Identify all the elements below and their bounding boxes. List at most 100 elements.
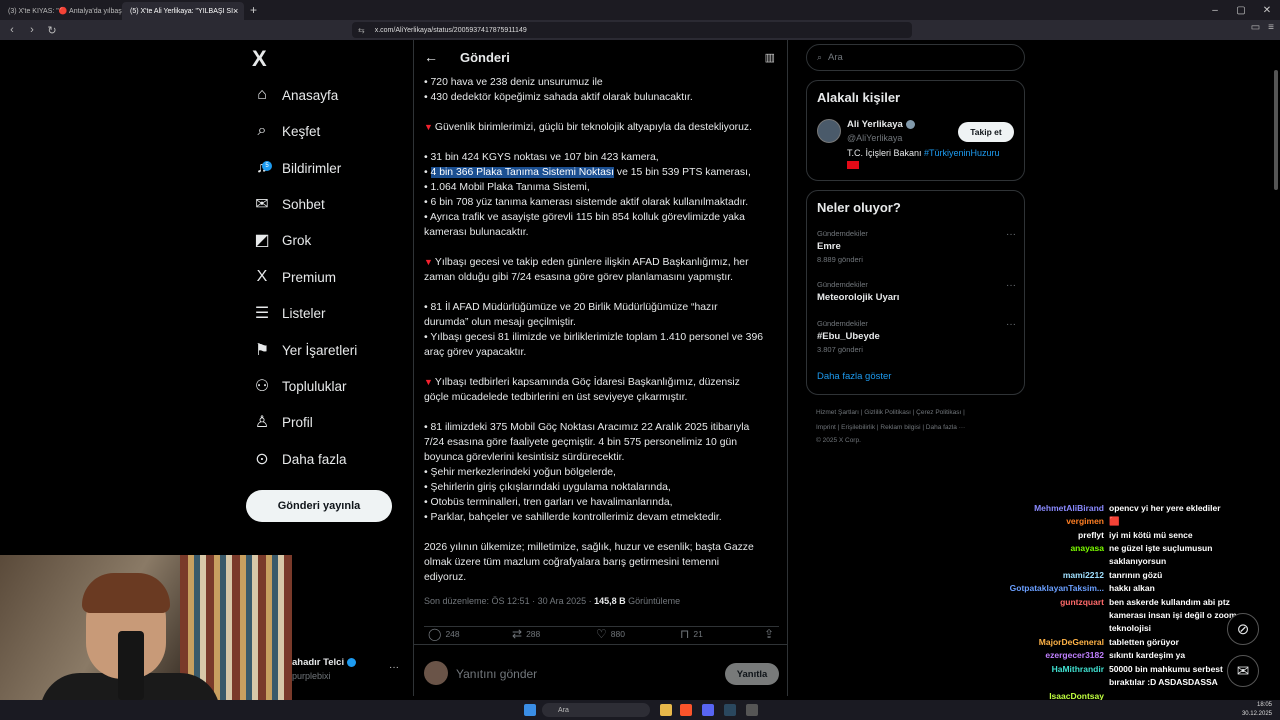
post-line-text: • 430 dedektör köpeğimiz sahada aktif ol…	[424, 92, 693, 103]
sidebar-item-messages[interactable]: ✉ Sohbet	[252, 190, 325, 218]
chat-message: anayasa ne güzel işte suçlumusun	[1000, 543, 1260, 555]
toolbar-right: ▭ ≡	[1251, 22, 1274, 33]
post-line: araç görev yapacaktır.	[424, 346, 526, 359]
chat-username: anayasa	[1070, 543, 1104, 553]
grok-icon: ◩	[254, 232, 270, 249]
forward-icon[interactable]: ›	[24, 24, 40, 36]
back-arrow-icon[interactable]: ←	[424, 49, 438, 65]
chat-text: saklanıyorsun	[1109, 556, 1167, 566]
follow-button[interactable]: Takip et	[958, 122, 1014, 142]
brave-icon[interactable]	[680, 704, 692, 716]
grok-icon[interactable]: ⊘	[1227, 613, 1259, 645]
share-button[interactable]: ⇪	[764, 627, 778, 641]
reload-icon[interactable]: ↻	[44, 24, 60, 37]
chat-username: vergimen	[1066, 516, 1104, 526]
chat-username: MajorDeGeneral	[1038, 637, 1104, 647]
sidebar-item-bookmarks[interactable]: ⚑ Yer İşaretleri	[252, 336, 357, 364]
browser-tab-active[interactable]: (5) X'te Ali Yerlikaya: "YILBAŞI SI ×	[122, 2, 244, 20]
trend-category: Gündemdekiler	[817, 280, 868, 289]
reader-view-icon[interactable]: ▥	[765, 51, 775, 64]
close-tab-icon[interactable]: ×	[233, 6, 238, 16]
bookmark-button[interactable]: ⊓ 21	[680, 627, 703, 641]
sidebar-item-communities[interactable]: ⚇ Topluluklar	[252, 372, 347, 400]
chat-text: ben askerde kullandım abi ptz	[1109, 597, 1230, 607]
scrollbar-thumb[interactable]	[1274, 70, 1278, 190]
post-line: • 720 hava ve 238 deniz unsurumuz ile	[424, 76, 603, 89]
post-line-text: • 81 İl AFAD Müdürlüğümüze ve 20 Birlik …	[424, 302, 718, 313]
discord-icon[interactable]	[702, 704, 714, 716]
system-clock[interactable]: 18:05 30.12.2025	[1242, 701, 1272, 719]
footer-links[interactable]: Imprint | Erişilebilirlik | Reklam bilgi…	[816, 424, 965, 431]
search-icon: ⌕	[257, 122, 267, 139]
messages-icon[interactable]: ✉	[1227, 655, 1259, 687]
post-line: ediyoruz.	[424, 571, 466, 584]
post-line-text: • Ayrıca trafik ve asayişte görevli 115 …	[424, 212, 745, 223]
verified-badge-icon	[905, 119, 915, 129]
browser-tab[interactable]: (3) X'te KIYAS: "🔴 Antalya'da yılbaşı	[0, 2, 122, 20]
person-name[interactable]: Ali Yerlikaya	[847, 119, 915, 130]
post-line: • 6 bin 708 yüz tanıma kamerası sistemde…	[424, 196, 748, 209]
post-line: göçle mücadelede tedbirlerini en üst sev…	[424, 391, 687, 404]
trend-item[interactable]: Gündemdekiler Emre 8.889 gönderi ···	[817, 229, 1016, 264]
lock-icon: ⇆	[358, 25, 365, 35]
menu-icon[interactable]: ≡	[1268, 22, 1274, 33]
hashtag-link[interactable]: #TürkiyeninHuzuru	[924, 148, 1000, 158]
minimize-icon[interactable]: –	[1202, 5, 1228, 16]
avatar[interactable]	[817, 119, 841, 143]
reply-button[interactable]: ◯ 248	[428, 627, 460, 641]
more-options-icon[interactable]: ···	[1006, 229, 1016, 240]
chat-username: guntzquart	[1060, 597, 1104, 607]
show-more-link[interactable]: Daha fazla göster	[817, 371, 891, 382]
edited-timestamp[interactable]: Son düzenleme: ÖS 12:51 · 30 Ara 2025 ·	[424, 596, 594, 606]
sidebar-item-home[interactable]: ⌂ Anasayfa	[252, 81, 338, 109]
obs-icon[interactable]	[746, 704, 758, 716]
chat-username: mami2212	[1062, 570, 1104, 580]
like-button[interactable]: ♡ 880	[596, 627, 625, 641]
reply-input[interactable]: Yanıtını gönder	[456, 667, 537, 681]
extensions-icon[interactable]: ▭	[1251, 22, 1260, 33]
account-menu-icon[interactable]: ···	[389, 662, 399, 673]
chat-text: ne güzel işte suçlumusun	[1109, 543, 1213, 553]
file-explorer-icon[interactable]	[660, 704, 672, 716]
post-line-text: kamerası bulunacaktır.	[424, 227, 529, 238]
steam-icon[interactable]	[724, 704, 736, 716]
reply-submit-button[interactable]: Yanıtla	[725, 663, 779, 685]
trend-item[interactable]: Gündemdekiler Meteorolojik Uyarı ···	[817, 280, 1016, 303]
footer-links[interactable]: Hizmet Şartları | Gizlilik Politikası | …	[816, 409, 965, 416]
close-window-icon[interactable]: ✕	[1254, 5, 1280, 16]
sidebar-item-notifications[interactable]: ♫5 Bildirimler	[252, 154, 341, 182]
more-options-icon[interactable]: ···	[1006, 319, 1016, 330]
post-line-text: • 1.064 Mobil Plaka Tanıma Sistemi,	[424, 182, 590, 193]
repost-button[interactable]: ⇄ 288	[512, 627, 540, 641]
maximize-icon[interactable]: ▢	[1228, 5, 1254, 16]
sidebar-item-label: Keşfet	[282, 123, 321, 139]
post-button[interactable]: Gönderi yayınla	[246, 490, 392, 522]
trend-item[interactable]: Gündemdekiler #Ebu_Ubeyde 3.807 gönderi …	[817, 319, 1016, 354]
more-options-icon[interactable]: ···	[1006, 280, 1016, 291]
post-line: • 430 dedektör köpeğimiz sahada aktif ol…	[424, 91, 693, 104]
start-icon[interactable]	[524, 704, 536, 716]
new-tab-icon[interactable]: +	[250, 3, 257, 17]
sidebar-item-profile[interactable]: ♙ Profil	[252, 408, 313, 436]
post-line-text: Güvenlik birimlerimizi, güçlü bir teknol…	[434, 122, 752, 133]
sidebar-item-label: Profil	[282, 414, 313, 430]
sidebar-item-grok[interactable]: ◩ Grok	[252, 226, 311, 254]
scrollbar[interactable]	[1273, 40, 1280, 700]
bookmark-icon: ⊓	[680, 627, 690, 641]
x-logo[interactable]: X	[252, 46, 267, 72]
back-icon[interactable]: ‹	[4, 24, 20, 36]
account-name[interactable]: ahadır Telci	[292, 657, 357, 668]
sidebar-item-explore[interactable]: ⌕ Keşfet	[252, 117, 321, 145]
taskbar-search[interactable]: Ara	[542, 703, 650, 717]
microphone	[118, 631, 144, 700]
address-bar[interactable]: ⇆ x.com/AliYerlikaya/status/200593741787…	[352, 22, 912, 38]
copyright: © 2025 X Corp.	[816, 437, 861, 444]
search-input[interactable]: ⌕ Ara	[806, 44, 1025, 71]
sidebar-item-more[interactable]: ⊙ Daha fazla	[252, 445, 346, 473]
post-line-text: 7/24 esasına göre faaliyete geçmiştir. 4…	[424, 437, 738, 448]
chat-text: teknolojisi	[1109, 623, 1152, 633]
chat-message: MehmetAliBirand opencv yi her yere ekledi…	[1000, 503, 1260, 515]
sidebar-item-lists[interactable]: ☰ Listeler	[252, 299, 326, 327]
post-detail-column: ← Gönderi ▥ • 720 hava ve 238 deniz unsu…	[413, 40, 788, 696]
sidebar-item-premium[interactable]: X Premium	[252, 263, 336, 291]
